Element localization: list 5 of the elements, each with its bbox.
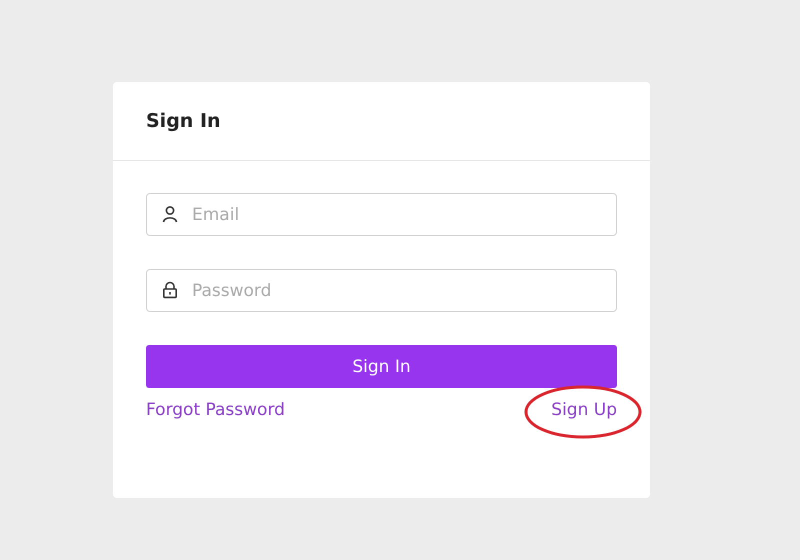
forgot-password-link[interactable]: Forgot Password <box>146 400 285 420</box>
input-field[interactable]: Email <box>146 193 617 236</box>
input-field[interactable]: Password <box>146 269 617 312</box>
card-title: Sign In <box>146 110 221 132</box>
sign-in-button[interactable]: Sign In <box>146 345 617 388</box>
